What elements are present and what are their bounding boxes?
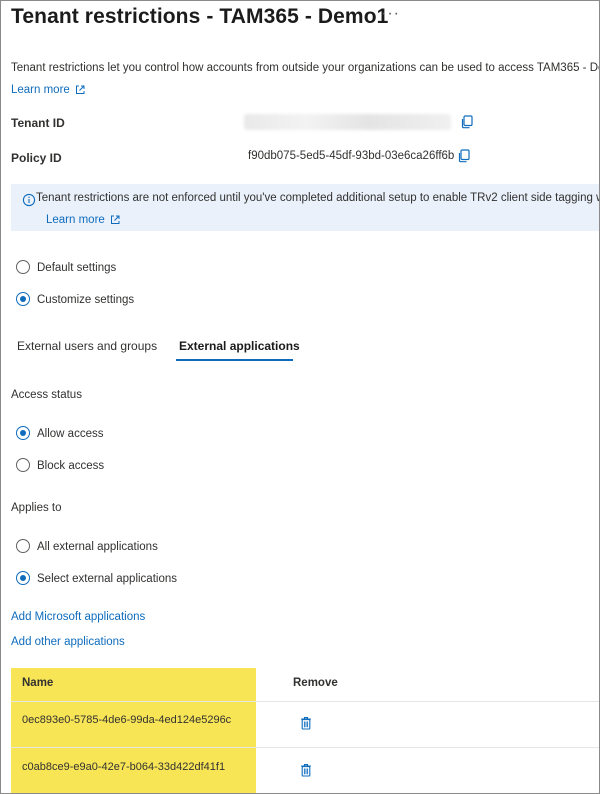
block-access-radio[interactable] — [16, 458, 30, 472]
all-external-applications-radio[interactable] — [16, 539, 30, 553]
tenant-id-value-redacted — [244, 114, 451, 130]
learn-more-label: Learn more — [11, 84, 70, 96]
table-divider — [11, 747, 599, 748]
banner-learn-more-label: Learn more — [46, 214, 105, 226]
customize-settings-radio[interactable] — [16, 292, 30, 306]
add-other-applications-link[interactable]: Add other applications — [11, 636, 125, 648]
delete-icon[interactable] — [300, 716, 312, 730]
default-settings-radio[interactable] — [16, 260, 30, 274]
copy-icon[interactable] — [460, 115, 474, 129]
page-description: Tenant restrictions let you control how … — [11, 62, 600, 74]
info-icon — [22, 193, 36, 207]
banner-text: Tenant restrictions are not enforced unt… — [36, 192, 600, 204]
default-settings-label: Default settings — [37, 262, 117, 274]
block-access-label: Block access — [37, 460, 105, 472]
tenant-restrictions-panel: Tenant restrictions - TAM365 - Demo1 ···… — [0, 0, 600, 794]
applies-to-heading: Applies to — [11, 502, 62, 514]
allow-access-radio[interactable] — [16, 426, 30, 440]
policy-id-label: Policy ID — [11, 151, 62, 165]
add-microsoft-applications-link[interactable]: Add Microsoft applications — [11, 611, 145, 623]
tab-external-applications[interactable]: External applications — [179, 339, 300, 353]
table-row-name: 0ec893e0-5785-4de6-99da-4ed124e5296c — [22, 714, 232, 726]
tenant-id-label: Tenant ID — [11, 116, 65, 130]
allow-access-label: Allow access — [37, 428, 104, 440]
column-header-name: Name — [22, 677, 54, 689]
learn-more-link[interactable]: Learn more — [11, 84, 85, 96]
customize-settings-label: Customize settings — [37, 294, 135, 306]
table-row-name: c0ab8ce9-e9a0-42e7-b064-33d422df41f1 — [22, 761, 226, 773]
external-link-icon — [110, 215, 120, 224]
all-external-applications-label: All external applications — [37, 541, 158, 553]
select-external-applications-radio[interactable] — [16, 571, 30, 585]
column-header-remove: Remove — [293, 677, 338, 689]
access-status-heading: Access status — [11, 389, 82, 401]
copy-icon[interactable] — [457, 149, 471, 163]
external-link-icon — [75, 85, 85, 94]
page-title: Tenant restrictions - TAM365 - Demo1 — [11, 5, 389, 28]
policy-id-value: f90db075-5ed5-45df-93bd-03e6ca26ff6b — [248, 150, 455, 162]
select-external-applications-label: Select external applications — [37, 573, 177, 585]
banner-learn-more-link[interactable]: Learn more — [46, 214, 120, 226]
tab-external-users-and-groups[interactable]: External users and groups — [17, 339, 157, 353]
more-options-button[interactable]: ··· — [381, 5, 400, 23]
active-tab-indicator — [176, 359, 293, 361]
delete-icon[interactable] — [300, 763, 312, 777]
table-divider — [11, 701, 599, 702]
